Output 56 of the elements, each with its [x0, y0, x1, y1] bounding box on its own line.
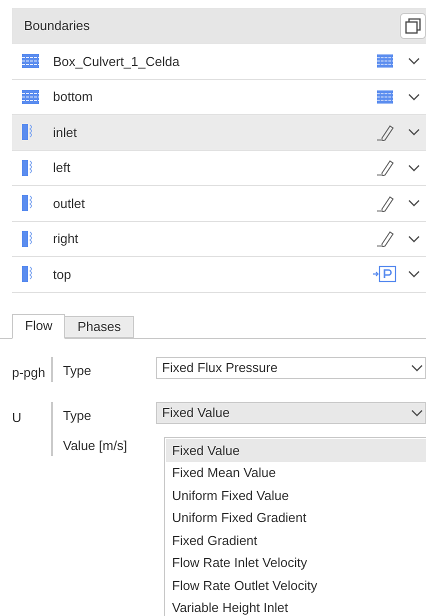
copy-icon	[405, 18, 421, 34]
boundary-name: outlet	[53, 194, 86, 212]
field-label: Type	[63, 362, 92, 380]
patch-icon	[22, 195, 34, 212]
boundary-row[interactable]: left	[12, 150, 426, 186]
field-group-label: p-pgh	[12, 364, 46, 382]
boundary-name: inlet	[53, 124, 78, 142]
brick-wall-icon	[22, 90, 39, 104]
chevron-down-icon[interactable]	[408, 199, 420, 208]
boundary-name: top	[53, 266, 72, 284]
chevron-down-icon[interactable]	[408, 57, 420, 66]
tab[interactable]: Phases	[64, 316, 134, 338]
boundary-row[interactable]: bottom	[12, 80, 426, 115]
type-select[interactable]: Fixed Flux Pressure	[156, 356, 426, 378]
select-value: Fixed Flux Pressure	[162, 358, 278, 377]
boundary-row[interactable]: right	[12, 222, 426, 257]
chevron-down-icon[interactable]	[408, 270, 420, 278]
patch-icon	[22, 160, 34, 176]
chevron-down-icon[interactable]	[408, 234, 420, 243]
boundary-name: Box_Culvert_1_Celda	[53, 52, 180, 71]
tab[interactable]: Flow	[12, 314, 66, 338]
pencil-icon[interactable]	[376, 159, 394, 176]
type-select[interactable]: Fixed Value	[156, 402, 426, 424]
pencil-icon[interactable]	[376, 230, 394, 248]
dropdown-option[interactable]: Variable Height Inlet	[166, 596, 426, 616]
chevron-down-icon[interactable]	[408, 92, 420, 101]
copy-button[interactable]	[400, 13, 426, 39]
chevron-down-icon[interactable]	[408, 128, 420, 136]
boundary-name: bottom	[53, 88, 94, 106]
dropdown-chevron-icon[interactable]	[411, 409, 423, 417]
boundary-row[interactable]: inlet	[12, 115, 426, 150]
select-value: Fixed Value	[162, 404, 230, 422]
pencil-icon[interactable]	[376, 124, 394, 141]
brick-wall-icon	[377, 54, 393, 68]
brick-wall-icon	[22, 54, 39, 68]
field-label: Value [m/s]	[63, 437, 128, 455]
pressure-p-icon[interactable]	[373, 265, 397, 284]
brick-wall-icon	[377, 90, 393, 104]
dropdown-option[interactable]: Fixed Gradient	[166, 529, 426, 552]
boundary-name: left	[53, 159, 72, 177]
patch-icon	[22, 266, 34, 282]
chevron-down-icon[interactable]	[408, 164, 420, 172]
field-label: Type	[63, 407, 92, 425]
dropdown-option[interactable]: Fixed Value	[166, 439, 426, 462]
panel-title: Boundaries	[24, 17, 90, 36]
dropdown-option[interactable]: Flow Rate Outlet Velocity	[166, 574, 426, 596]
dropdown-option[interactable]: Fixed Mean Value	[166, 462, 426, 484]
dropdown-option[interactable]: Uniform Fixed Gradient	[166, 506, 426, 529]
dropdown-option[interactable]: Uniform Fixed Value	[166, 484, 426, 506]
dropdown-option[interactable]: Flow Rate Inlet Velocity	[166, 552, 426, 574]
boundary-name: right	[53, 230, 80, 248]
patch-icon	[22, 124, 34, 140]
pencil-icon[interactable]	[376, 194, 394, 212]
dropdown-chevron-icon[interactable]	[411, 364, 423, 372]
field-group-label: U	[12, 409, 22, 427]
patch-icon	[22, 230, 34, 247]
